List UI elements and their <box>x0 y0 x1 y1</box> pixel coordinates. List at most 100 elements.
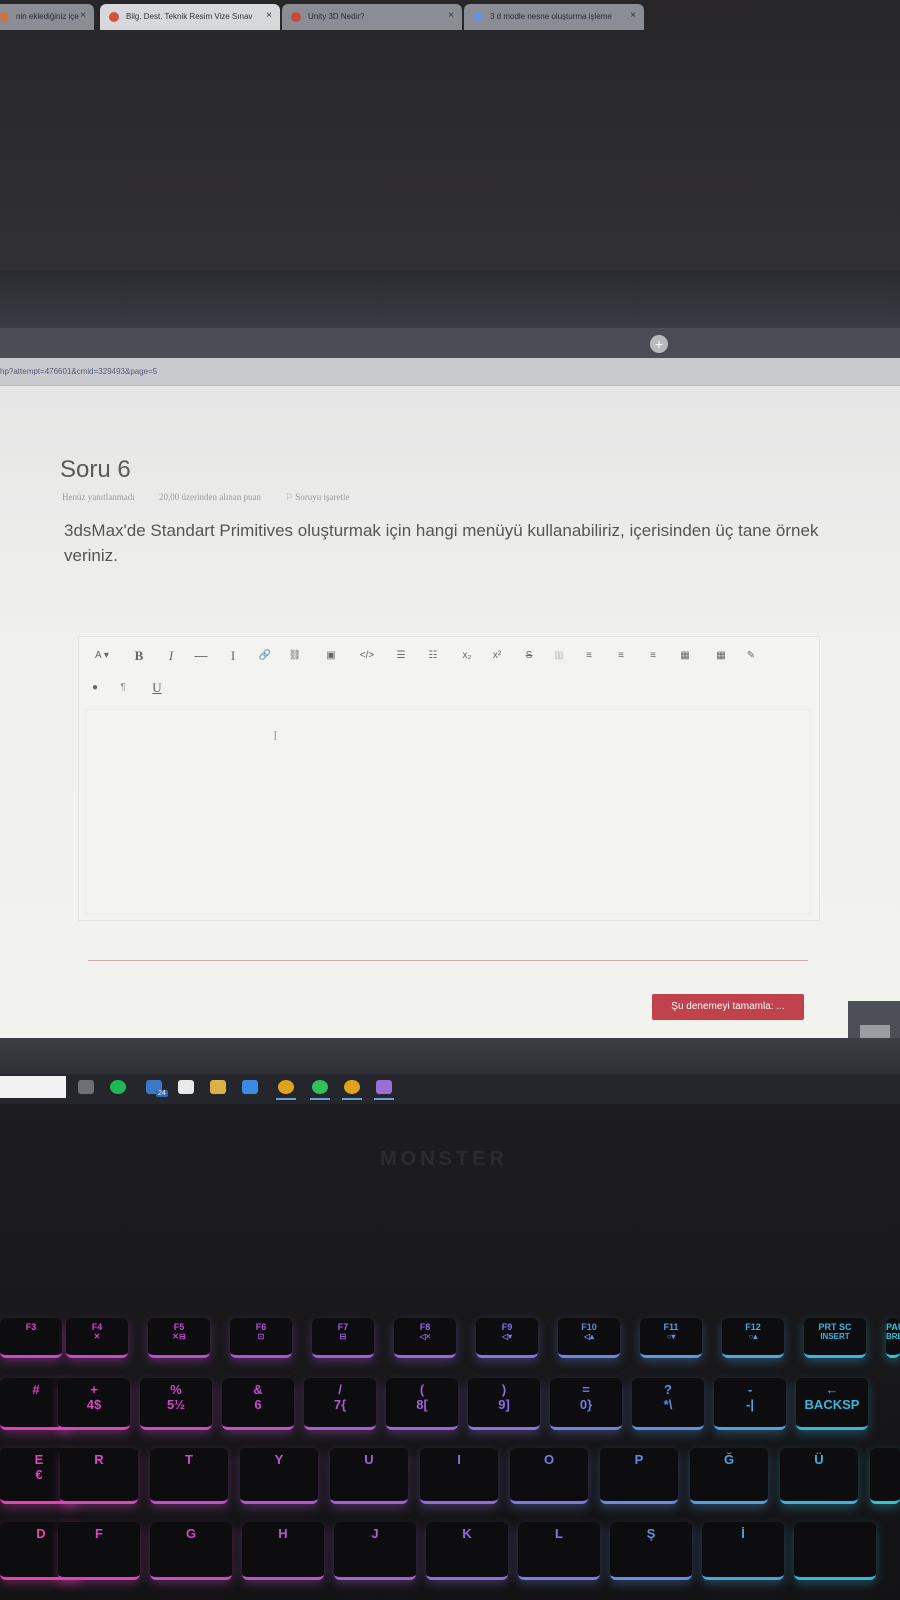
files-icon[interactable] <box>210 1080 226 1094</box>
keyboard-key: F11 ○▾ <box>640 1318 702 1358</box>
key-sublabel: ✕ <box>93 1332 101 1341</box>
underline-button[interactable]: U <box>147 679 167 697</box>
key-label: PAUSE <box>886 1322 900 1332</box>
chrome-icon-2[interactable] <box>342 1080 362 1100</box>
key-sublabel: *\ <box>663 1397 673 1412</box>
keyboard-key: G <box>150 1522 232 1580</box>
keyboard-key: % 5½ <box>140 1378 212 1430</box>
close-icon[interactable]: × <box>630 10 636 21</box>
store-icon[interactable] <box>178 1080 194 1094</box>
link-icon[interactable]: 🔗 <box>255 647 275 665</box>
key-label: ? <box>664 1382 672 1397</box>
finish-attempt-button[interactable]: Şu denemeyi tamamla: ... <box>652 994 804 1020</box>
key-label: F <box>95 1526 103 1541</box>
subscript-button[interactable]: x₂ <box>457 647 477 665</box>
bold-button[interactable]: B <box>129 647 149 665</box>
key-sublabel: ◁× <box>419 1332 431 1341</box>
key-label: R <box>94 1452 104 1467</box>
keyboard-key: F4 ✕ <box>66 1318 128 1358</box>
question-text: 3dsMax'de Standart Primitives oluşturmak… <box>64 521 819 565</box>
browser-tab-3[interactable]: Unity 3D Nedir? × <box>282 4 462 30</box>
keyboard-key: T <box>150 1448 228 1504</box>
quiz-page: Soru 6 Henüz yanıtlanmadı 20,00 üzerinde… <box>0 386 900 1038</box>
key-sublabel: ○▾ <box>666 1332 676 1341</box>
key-label: İ <box>741 1526 745 1541</box>
superscript-button[interactable]: x² <box>487 647 507 665</box>
equation-icon[interactable]: ▦ <box>711 647 731 665</box>
key-sublabel: 9] <box>498 1397 510 1412</box>
flag-icon[interactable]: ⚐ <box>285 492 293 502</box>
key-label: F7 <box>337 1322 349 1332</box>
app-icon[interactable] <box>242 1080 258 1094</box>
keyboard-key: F6 ⊡ <box>230 1318 292 1358</box>
keyboard-key: Ş <box>610 1522 692 1580</box>
browser-tab-2[interactable]: Bilg. Dest. Teknik Resim Vize Sınav × <box>100 4 280 30</box>
keyboard-key: U <box>330 1448 408 1504</box>
url-text: hp?attempt=476601&cmid=329493&page=5 <box>0 367 158 376</box>
address-bar[interactable]: hp?attempt=476601&cmid=329493&page=5 <box>0 358 900 386</box>
key-sublabel: 0} <box>579 1397 593 1412</box>
question-points: 20,00 üzerinden alınan puan <box>158 492 261 502</box>
content-divider <box>88 960 808 961</box>
unlink-icon[interactable]: ⛓ <box>285 647 305 665</box>
key-sublabel: INSERT <box>820 1332 850 1341</box>
numbered-list-icon[interactable]: ☷ <box>423 647 443 665</box>
key-sublabel: BACKSP <box>804 1397 860 1412</box>
mail-badge: 24 <box>156 1090 168 1097</box>
key-sublabel: 5½ <box>166 1397 186 1412</box>
special-char-icon[interactable]: ¶ <box>113 679 133 697</box>
key-label: H <box>278 1526 288 1541</box>
align-center-icon[interactable]: ≡ <box>611 647 631 665</box>
close-icon[interactable]: × <box>448 10 454 21</box>
keyboard-key: Y <box>240 1448 318 1504</box>
keyboard-key: PRT SC INSERT <box>804 1318 866 1358</box>
code-icon[interactable]: </> <box>357 647 377 665</box>
chrome-icon[interactable] <box>276 1080 296 1100</box>
keyboard-key: & 6 <box>222 1378 294 1430</box>
keyboard-key: /7{ <box>304 1378 376 1430</box>
strikethrough-button[interactable]: S <box>519 647 539 665</box>
align-right-icon[interactable]: ≡ <box>643 647 663 665</box>
keyboard-key: Ğ <box>690 1448 768 1504</box>
keyboard-key: L <box>518 1522 600 1580</box>
image-icon[interactable]: ▣ <box>321 647 341 665</box>
horizontal-rule-button[interactable]: — <box>191 647 211 665</box>
flag-question-link[interactable]: Soruyu işaretle <box>295 492 349 502</box>
windows-taskbar: 24 <box>0 1074 900 1104</box>
taskbar-search-box[interactable] <box>0 1076 66 1098</box>
new-tab-button[interactable]: + <box>650 335 668 353</box>
key-sublabel: 8[ <box>416 1397 428 1412</box>
browser-tab-bar <box>0 328 900 358</box>
table-icon[interactable]: ▦ <box>675 647 695 665</box>
key-label: P <box>634 1452 644 1467</box>
tab-favicon-icon <box>291 12 301 22</box>
accessibility-icon[interactable]: ● <box>85 679 105 697</box>
key-sublabel: ○▴ <box>748 1332 758 1341</box>
visual-studio-icon[interactable] <box>374 1080 394 1100</box>
key-sublabel: -| <box>746 1397 754 1412</box>
screen-bottom-edge <box>0 1038 900 1074</box>
keyboard-key: R <box>60 1448 138 1504</box>
close-icon[interactable]: × <box>80 10 86 21</box>
key-sublabel: BREAK <box>886 1332 900 1341</box>
taskview-icon[interactable] <box>78 1080 94 1094</box>
key-label: Ğ <box>723 1452 735 1467</box>
text-cursor-icon[interactable]: I <box>223 647 243 665</box>
answer-textarea[interactable] <box>85 709 811 914</box>
italic-button[interactable]: I <box>161 647 181 665</box>
bullet-list-icon[interactable]: ☰ <box>391 647 411 665</box>
keyboard-key: H <box>242 1522 324 1580</box>
key-label: ) <box>501 1382 507 1397</box>
screen-top-edge <box>0 270 900 332</box>
edit-html-icon[interactable]: ✎ <box>741 647 761 665</box>
align-left-icon[interactable]: ≡ <box>579 647 599 665</box>
browser-tab-1[interactable]: nin eklediğiniz içe × <box>0 4 94 30</box>
browser-tab-4[interactable]: 3 d modle nesne oluşturma işleme × <box>464 4 644 30</box>
keyboard-key: F12 ○▴ <box>722 1318 784 1358</box>
key-label: / <box>338 1382 342 1397</box>
close-icon[interactable]: × <box>266 10 272 21</box>
font-color-button[interactable]: A ▾ <box>85 647 119 665</box>
whatsapp-icon[interactable] <box>310 1080 330 1100</box>
key-sublabel: 6 <box>254 1397 262 1412</box>
spotify-icon[interactable] <box>110 1080 126 1094</box>
